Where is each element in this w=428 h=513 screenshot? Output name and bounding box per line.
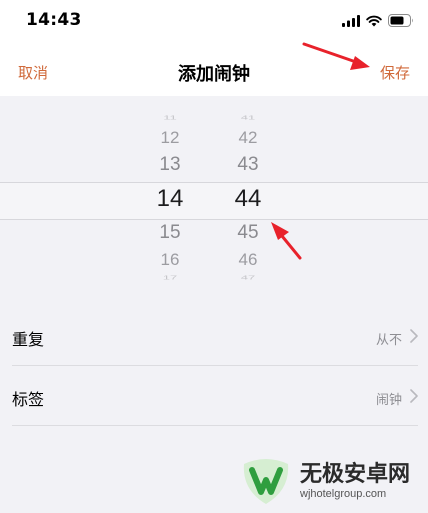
watermark-url: wjhotelgroup.com xyxy=(300,488,387,500)
hour-wheel[interactable]: 11 12 13 14 15 16 17 xyxy=(140,96,200,292)
hour-option: 12 xyxy=(160,128,180,147)
repeat-value: 从不 xyxy=(375,333,402,348)
label-label: 标签 xyxy=(12,390,45,409)
status-icons xyxy=(342,14,414,27)
cellular-signal-icon xyxy=(342,14,360,27)
repeat-label: 重复 xyxy=(12,330,45,349)
hour-option: 13 xyxy=(159,154,181,175)
minute-option: 46 xyxy=(238,250,258,269)
hour-option: 17 xyxy=(162,274,178,281)
chevron-right-icon xyxy=(410,389,418,403)
watermark: 无极安卓网 wjhotelgroup.com xyxy=(236,452,426,508)
label-row[interactable]: 标签 闹钟 xyxy=(0,366,428,426)
picker-selection-band xyxy=(0,182,428,220)
status-bar: 14:43 xyxy=(0,0,428,44)
selected-hour: 14 xyxy=(156,185,184,212)
battery-icon xyxy=(388,14,413,27)
divider xyxy=(12,425,418,426)
status-time: 14:43 xyxy=(26,10,82,30)
repeat-row[interactable]: 重复 从不 xyxy=(0,306,428,366)
time-picker: 11 12 13 14 15 16 17 41 42 43 44 45 46 4… xyxy=(0,96,428,292)
selected-minute: 44 xyxy=(234,185,262,212)
alarm-settings-list: 重复 从不 标签 闹钟 xyxy=(0,306,428,426)
nav-bar: 取消 添加闹钟 保存 xyxy=(0,44,428,96)
chevron-right-icon xyxy=(410,329,418,343)
minute-wheel[interactable]: 41 42 43 44 45 46 47 xyxy=(218,96,278,292)
hour-option: 15 xyxy=(159,222,181,243)
page-title: 添加闹钟 xyxy=(178,64,250,85)
minute-option: 43 xyxy=(237,154,259,175)
watermark-logo xyxy=(243,459,289,504)
save-button[interactable]: 保存 xyxy=(380,62,410,83)
hour-option: 16 xyxy=(160,250,180,269)
watermark-brand: 无极安卓网 xyxy=(300,462,411,487)
minute-option: 42 xyxy=(238,128,258,147)
wifi-icon xyxy=(366,15,382,26)
minute-option: 41 xyxy=(240,114,256,121)
label-value: 闹钟 xyxy=(375,393,402,408)
hour-option: 11 xyxy=(163,114,177,121)
minute-option: 47 xyxy=(240,274,256,281)
minute-option: 45 xyxy=(237,222,259,243)
